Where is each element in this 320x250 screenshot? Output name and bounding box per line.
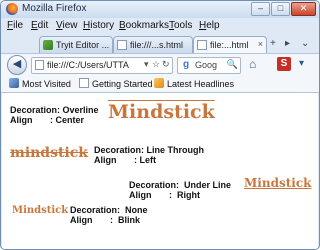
menu-tools-label: ools bbox=[174, 20, 193, 31]
url-bar[interactable]: file:///C:/Users/UTTA ▾ ☆ ↻ bbox=[31, 57, 173, 74]
search-input[interactable]: Goog bbox=[195, 60, 217, 70]
menu-edit[interactable]: Edit bbox=[31, 20, 48, 31]
maximize-button[interactable]: □ bbox=[271, 2, 290, 16]
mindstick-overline-text: Mindstick bbox=[108, 101, 215, 123]
align-label: Align : Center bbox=[10, 115, 85, 125]
tab-scroll-right-icon[interactable]: ▸ bbox=[285, 38, 290, 49]
menu-edit-mnemonic: E bbox=[31, 20, 38, 31]
tab-label: file:...html bbox=[210, 40, 249, 50]
menu-file-label: ile bbox=[13, 20, 24, 31]
decoration-label: Decoration: Overline bbox=[10, 105, 99, 115]
browser-window: Mozilla Firefox – □ ✕ File Edit View His… bbox=[0, 0, 320, 250]
s-extension-icon[interactable]: S bbox=[277, 57, 291, 71]
search-go-icon[interactable]: 🔍 bbox=[227, 59, 238, 70]
reload-icon[interactable]: ↻ bbox=[162, 59, 170, 70]
tab-bar: Tryit Editor ... file:///...s.html file:… bbox=[1, 34, 319, 55]
bookmark-label: Latest Headlines bbox=[167, 79, 235, 89]
new-tab-button[interactable]: + bbox=[270, 38, 276, 49]
search-bar[interactable]: g Goog 🔍 bbox=[177, 57, 241, 74]
bookmark-getting-started[interactable]: Getting Started bbox=[79, 78, 153, 89]
tab-tryit-editor[interactable]: Tryit Editor ... bbox=[39, 36, 113, 54]
page-content: Decoration: Overline Align : Center Mind… bbox=[2, 93, 318, 249]
decoration-label: Decoration: Line Through bbox=[94, 145, 204, 155]
menu-bookmarks-mnemonic: B bbox=[119, 20, 126, 31]
home-icon[interactable]: ⌂ bbox=[249, 57, 256, 71]
align-label: Align : Blink bbox=[70, 215, 141, 225]
mindstick-line-through-text: mindstick bbox=[10, 145, 88, 161]
url-dropdown-icon[interactable]: ▾ bbox=[144, 59, 149, 70]
menu-view[interactable]: View bbox=[56, 20, 78, 31]
menu-tools[interactable]: Tools bbox=[169, 20, 192, 31]
mindstick-underline-text: Mindstick bbox=[244, 176, 312, 190]
most-visited-icon bbox=[9, 78, 19, 88]
rss-feed-icon bbox=[154, 78, 164, 88]
page-favicon-icon bbox=[117, 40, 127, 50]
tab-file-s-html[interactable]: file:///...s.html bbox=[113, 36, 193, 54]
align-label: Align : Left bbox=[94, 155, 156, 165]
bookmark-star-icon[interactable]: ☆ bbox=[152, 59, 160, 70]
bookmark-label: Getting Started bbox=[92, 79, 153, 89]
menu-history[interactable]: History bbox=[83, 20, 114, 31]
bookmark-latest-headlines[interactable]: Latest Headlines bbox=[154, 78, 234, 89]
menu-file[interactable]: File bbox=[7, 20, 23, 31]
firefox-logo-icon bbox=[6, 3, 18, 15]
close-button[interactable]: ✕ bbox=[291, 2, 316, 16]
menu-bookmarks-label: ookmarks bbox=[125, 20, 170, 31]
tab-label: Tryit Editor ... bbox=[56, 40, 110, 50]
menu-edit-label: dit bbox=[37, 20, 49, 31]
mindstick-plain-text: Mindstick bbox=[12, 205, 69, 216]
bookmarks-toolbar: Most Visited Getting Started Latest Head… bbox=[1, 76, 319, 93]
window-title: Mozilla Firefox bbox=[22, 3, 87, 14]
toolbar-menu-icon[interactable]: ▾ bbox=[299, 58, 304, 69]
navigation-bar: ◀ file:///C:/Users/UTTA ▾ ☆ ↻ g Goog 🔍 ⌂… bbox=[1, 53, 319, 76]
menu-bookmarks[interactable]: Bookmarks bbox=[119, 20, 169, 31]
menu-history-label: istory bbox=[90, 20, 115, 31]
page-icon bbox=[35, 60, 44, 70]
align-label: Align : Right bbox=[129, 190, 200, 200]
page-favicon-icon bbox=[197, 40, 207, 50]
menu-help[interactable]: Help bbox=[199, 20, 220, 31]
title-bar: Mozilla Firefox – □ ✕ bbox=[1, 1, 319, 18]
page-icon bbox=[79, 78, 89, 88]
menu-help-label: elp bbox=[206, 20, 220, 31]
tab-label: file:///...s.html bbox=[130, 40, 184, 50]
tab-close-icon[interactable]: × bbox=[258, 39, 263, 49]
bookmark-label: Most Visited bbox=[22, 79, 71, 89]
menu-view-label: iew bbox=[62, 20, 78, 31]
list-all-tabs-icon[interactable]: ⌄ bbox=[301, 38, 309, 49]
google-search-engine-icon[interactable]: g bbox=[180, 59, 192, 71]
decoration-label: Decoration: Under Line bbox=[129, 180, 232, 190]
tryit-favicon-icon bbox=[43, 40, 53, 50]
bookmark-most-visited[interactable]: Most Visited bbox=[9, 78, 71, 89]
url-text[interactable]: file:///C:/Users/UTTA bbox=[47, 60, 143, 70]
back-button[interactable]: ◀ bbox=[7, 55, 27, 75]
decoration-label: Decoration: None bbox=[70, 205, 148, 215]
minimize-button[interactable]: – bbox=[251, 2, 270, 16]
menu-bar: File Edit View History Bookmarks Tools H… bbox=[1, 19, 319, 33]
